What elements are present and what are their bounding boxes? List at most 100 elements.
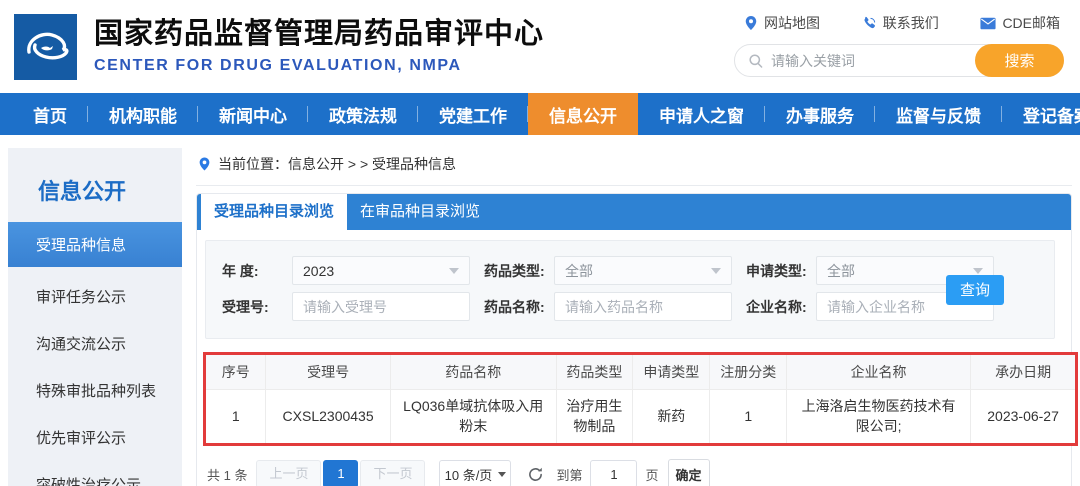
header-right: 网站地图 联系我们 CDE邮箱 请输入关键词 搜索 (734, 13, 1064, 77)
cell-seq: 1 (206, 388, 267, 443)
col-reg-class: 注册分类 (709, 355, 787, 389)
apply-type-label: 申请类型: (746, 262, 807, 279)
sidebar-title: 信息公开 (38, 179, 127, 204)
company-label: 企业名称: (746, 298, 807, 315)
current-page-button[interactable]: 1 (323, 460, 359, 486)
col-drug-type: 药品类型 (556, 355, 634, 389)
goto-label: 到第 (556, 467, 583, 483)
contact-label: 联系我们 (882, 15, 939, 31)
mail-icon (980, 17, 996, 29)
contact-link[interactable]: 联系我们 (862, 13, 939, 33)
site-subtitle: CENTER FOR DRUG EVALUATION, NMPA (94, 56, 462, 74)
search-bar: 搜索 (734, 44, 1064, 77)
cell-apply-type: 新药 (632, 388, 711, 443)
nav-item-services[interactable]: 办事服务 (765, 93, 875, 135)
page-size-select[interactable]: 10 条/页 (439, 460, 512, 486)
search-icon (749, 53, 763, 68)
cell-date: 2023-06-27 (970, 388, 1075, 443)
tab-accepted-catalog[interactable]: 受理品种目录浏览 (201, 194, 347, 230)
col-company: 企业名称 (786, 355, 972, 389)
sidebar-item-accepted-varieties[interactable]: 受理品种信息 (8, 222, 182, 267)
col-apply-type: 申请类型 (632, 355, 711, 389)
location-pin-icon (199, 157, 210, 171)
chevron-down-icon (711, 267, 721, 274)
chevron-down-icon (973, 267, 983, 274)
nav-item-party[interactable]: 党建工作 (418, 93, 528, 135)
drug-type-select[interactable]: 全部 (554, 256, 732, 285)
filter-row-2: 受理号: 药品名称: 企业名称: (222, 292, 1054, 321)
nav-item-registration-platform[interactable]: 登记备案平台 (1002, 93, 1080, 135)
cde-logo (14, 13, 77, 80)
refresh-button[interactable] (527, 466, 544, 483)
drug-name-label: 药品名称: (484, 298, 545, 315)
filter-group-drug-name: 药品名称: (484, 292, 732, 321)
filter-panel: 年 度: 2023 药品类型: 全部 申请类型: 全部 受理号: 请输入受理号 … (205, 240, 1055, 339)
results-table-highlight: 序号 受理号 药品名称 药品类型 申请类型 注册分类 企业名称 承办日期 1 C… (203, 352, 1078, 446)
nav-item-home[interactable]: 首页 (12, 93, 88, 135)
nav-item-functions[interactable]: 机构职能 (88, 93, 198, 135)
page-size-value: 10 条/页 (444, 467, 493, 483)
chevron-down-icon (449, 267, 459, 274)
goto-page-input[interactable] (590, 460, 638, 486)
content-card: 受理品种目录浏览 在审品种目录浏览 年 度: 2023 药品类型: 全部 申请类… (196, 193, 1078, 486)
search-input[interactable] (771, 52, 975, 69)
site-title-block: 国家药品监督管理局药品审评中心 CENTER FOR DRUG EVALUATI… (94, 18, 544, 74)
quick-links: 网站地图 联系我们 CDE邮箱 (734, 13, 1064, 33)
prev-page-button[interactable]: 上一页 (256, 460, 322, 486)
sidebar-item-breakthrough-therapy[interactable]: 突破性治疗公示 (8, 461, 182, 486)
drug-type-select-value: 全部 (565, 262, 593, 279)
main-nav: 首页 机构职能 新闻中心 政策法规 党建工作 信息公开 申请人之窗 办事服务 监… (0, 93, 1080, 135)
total-count: 共 1 条 (207, 467, 248, 483)
cell-reg-class: 1 (709, 388, 787, 443)
year-select-value: 2023 (303, 262, 335, 279)
nav-item-news[interactable]: 新闻中心 (198, 93, 308, 135)
mailbox-label: CDE邮箱 (1002, 15, 1060, 31)
sidebar-item-communication[interactable]: 沟通交流公示 (8, 320, 182, 367)
main-panel: 当前位置：信息公开 > > 受理品种信息 受理品种目录浏览 在审品种目录浏览 年… (196, 148, 1078, 486)
query-button[interactable]: 查询 (946, 274, 1004, 305)
table-row[interactable]: 1 CXSL2300435 LQ036单域抗体吸入用粉末 治疗用生物制品 新药 … (206, 388, 1075, 443)
next-page-button[interactable]: 下一页 (360, 460, 426, 486)
site-header: 国家药品监督管理局药品审评中心 CENTER FOR DRUG EVALUATI… (0, 0, 1080, 93)
filter-group-drug-type: 药品类型: 全部 (484, 256, 732, 285)
col-accept-no: 受理号 (265, 355, 391, 389)
table-header-row: 序号 受理号 药品名称 药品类型 申请类型 注册分类 企业名称 承办日期 (206, 355, 1075, 389)
year-label: 年 度: (222, 262, 259, 279)
nav-item-info-disclosure[interactable]: 信息公开 (528, 93, 638, 135)
breadcrumb: 当前位置：信息公开 > > 受理品种信息 (196, 148, 1072, 186)
refresh-icon (529, 467, 543, 481)
map-pin-icon (745, 16, 757, 30)
year-select[interactable]: 2023 (292, 256, 470, 285)
sitemap-label: 网站地图 (764, 15, 820, 31)
confirm-button[interactable]: 确定 (667, 459, 710, 486)
accept-no-label: 受理号: (222, 298, 269, 315)
sidebar-item-priority-review[interactable]: 优先审评公示 (8, 414, 182, 461)
nav-item-policy[interactable]: 政策法规 (308, 93, 418, 135)
mailbox-link[interactable]: CDE邮箱 (980, 13, 1060, 33)
cell-drug-type: 治疗用生物制品 (556, 388, 634, 443)
cell-accept-no: CXSL2300435 (265, 388, 391, 443)
nav-item-supervision[interactable]: 监督与反馈 (875, 93, 1002, 135)
drug-name-input[interactable] (554, 292, 732, 321)
breadcrumb-text: 当前位置：信息公开 > > 受理品种信息 (218, 156, 457, 172)
search-button[interactable]: 搜索 (975, 44, 1064, 77)
cell-drug-name: LQ036单域抗体吸入用粉末 (390, 388, 557, 443)
filter-group-year: 年 度: 2023 (222, 256, 470, 285)
filter-row-1: 年 度: 2023 药品类型: 全部 申请类型: 全部 (222, 256, 1054, 285)
cde-logo-swirl-icon (26, 32, 68, 59)
site-title: 国家药品监督管理局药品审评中心 (94, 18, 545, 51)
tab-under-review-catalog[interactable]: 在审品种目录浏览 (347, 194, 493, 230)
pagination: 共 1 条 上一页 1 下一页 10 条/页 到第 页 确定 (207, 459, 1071, 486)
drug-type-label: 药品类型: (484, 262, 545, 279)
col-drug-name: 药品名称 (390, 355, 557, 389)
sitemap-link[interactable]: 网站地图 (744, 13, 820, 33)
phone-icon (864, 16, 875, 28)
content-area: 信息公开 受理品种信息 审评任务公示 沟通交流公示 特殊审批品种列表 优先审评公… (0, 135, 1080, 486)
sidebar: 信息公开 受理品种信息 审评任务公示 沟通交流公示 特殊审批品种列表 优先审评公… (8, 148, 182, 486)
sidebar-item-special-approval[interactable]: 特殊审批品种列表 (8, 367, 182, 414)
accept-no-input[interactable] (292, 292, 470, 321)
col-seq: 序号 (206, 355, 267, 389)
nav-item-applicant-window[interactable]: 申请人之窗 (638, 93, 765, 135)
sidebar-item-review-tasks[interactable]: 审评任务公示 (8, 273, 182, 320)
filter-group-accept-no: 受理号: (222, 292, 470, 321)
